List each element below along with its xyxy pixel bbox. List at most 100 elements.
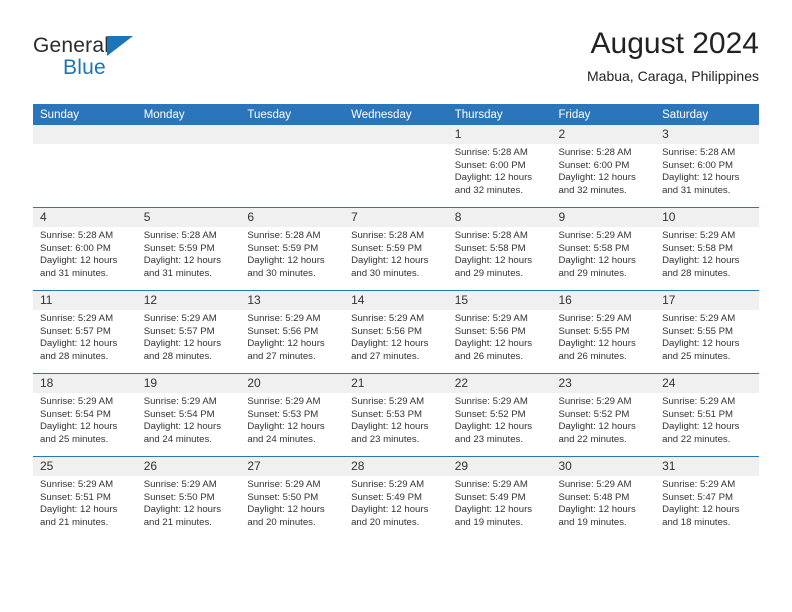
daylight-text: Daylight: 12 hours and 21 minutes. (40, 504, 118, 528)
calendar-day-cell[interactable]: 24 Sunrise: 5:29 AM Sunset: 5:51 PM Dayligh… (655, 373, 759, 457)
calendar-day-cell[interactable]: 3 Sunrise: 5:28 AM Sunset: 6:00 PM Daylight… (655, 125, 759, 208)
calendar-day-cell[interactable]: 13 Sunrise: 5:29 AM Sunset: 5:56 PM Dayligh… (240, 290, 345, 374)
calendar-day-cell[interactable]: 26 Sunrise: 5:29 AM Sunset: 5:50 PM Dayligh… (136, 456, 241, 539)
daylight-text: Daylight: 12 hours and 30 minutes. (351, 255, 429, 279)
sunset-text: Sunset: 5:49 PM (454, 491, 526, 503)
day-number: 29 (447, 457, 552, 476)
calendar-day-cell[interactable]: 6 Sunrise: 5:28 AM Sunset: 5:59 PM Daylight… (240, 207, 345, 291)
calendar-day-cell[interactable]: 4 Sunrise: 5:28 AM Sunset: 6:00 PM Daylight… (33, 207, 137, 291)
sunrise-text: Sunrise: 5:29 AM (247, 313, 321, 324)
sunset-text: Sunset: 6:00 PM (40, 242, 111, 254)
calendar-day-cell[interactable]: 14 Sunrise: 5:29 AM Sunset: 5:56 PM Dayligh… (344, 290, 448, 374)
calendar-day-cell[interactable]: 5 Sunrise: 5:28 AM Sunset: 5:59 PM Daylight… (136, 207, 241, 291)
calendar-page: General Blue August 2024 Mabua, Caraga, … (0, 0, 792, 612)
calendar-day-cell[interactable]: 1 Sunrise: 5:28 AM Sunset: 6:00 PM Daylight… (447, 125, 552, 208)
general-blue-logo[interactable]: General Blue (33, 34, 203, 90)
sunrise-text: Sunrise: 5:29 AM (558, 396, 632, 407)
calendar-day-cell[interactable]: 17 Sunrise: 5:29 AM Sunset: 5:55 PM Dayligh… (655, 290, 759, 374)
calendar-day-cell[interactable]: 9 Sunrise: 5:29 AM Sunset: 5:58 PM Daylight… (551, 207, 656, 291)
day-number: 12 (136, 291, 241, 310)
calendar-day-cell[interactable]: 8 Sunrise: 5:28 AM Sunset: 5:58 PM Daylight… (447, 207, 552, 291)
calendar-day-cell[interactable]: 12 Sunrise: 5:29 AM Sunset: 5:57 PM Dayligh… (136, 290, 241, 374)
calendar-day-cell[interactable]: 19 Sunrise: 5:29 AM Sunset: 5:54 PM Dayligh… (136, 373, 241, 457)
sunrise-text: Sunrise: 5:29 AM (558, 230, 632, 241)
daylight-text: Daylight: 12 hours and 20 minutes. (351, 504, 429, 528)
day-number: 8 (447, 208, 552, 227)
calendar-day-cell[interactable]: 2 Sunrise: 5:28 AM Sunset: 6:00 PM Daylight… (551, 125, 656, 208)
sunrise-text: Sunrise: 5:29 AM (454, 396, 528, 407)
calendar-day-cell[interactable]: 29 Sunrise: 5:29 AM Sunset: 5:49 PM Dayligh… (447, 456, 552, 539)
daylight-text: Daylight: 12 hours and 22 minutes. (662, 421, 740, 445)
weekday-header-wednesday: Wednesday (344, 104, 448, 125)
sunset-text: Sunset: 5:56 PM (247, 325, 319, 337)
day-number: 26 (136, 457, 241, 476)
sunset-text: Sunset: 5:50 PM (247, 491, 319, 503)
calendar-day-cell[interactable]: 21 Sunrise: 5:29 AM Sunset: 5:53 PM Dayligh… (344, 373, 448, 457)
calendar-day-cell[interactable]: 23 Sunrise: 5:29 AM Sunset: 5:52 PM Dayligh… (551, 373, 656, 457)
daylight-text: Daylight: 12 hours and 28 minutes. (40, 338, 118, 362)
daylight-text: Daylight: 12 hours and 21 minutes. (143, 504, 222, 528)
calendar-day-cell[interactable]: 16 Sunrise: 5:29 AM Sunset: 5:55 PM Dayligh… (551, 290, 656, 374)
day-details: Sunrise: 5:28 AM Sunset: 6:00 PM Daylight:… (655, 144, 759, 197)
day-number: 30 (551, 457, 656, 476)
day-details: Sunrise: 5:29 AM Sunset: 5:56 PM Daylight:… (344, 310, 448, 363)
calendar-day-cell[interactable]: 20 Sunrise: 5:29 AM Sunset: 5:53 PM Dayligh… (240, 373, 345, 457)
weekday-header-saturday: Saturday (655, 104, 759, 125)
logo-triangle-icon (107, 36, 133, 56)
calendar-body: 1 Sunrise: 5:28 AM Sunset: 6:00 PM Daylight… (33, 125, 759, 539)
day-details: Sunrise: 5:29 AM Sunset: 5:54 PM Daylight:… (137, 393, 241, 446)
page-subtitle: Mabua, Caraga, Philippines (587, 68, 759, 84)
day-number: 18 (33, 374, 137, 393)
daylight-text: Daylight: 12 hours and 20 minutes. (247, 504, 325, 528)
sunrise-text: Sunrise: 5:29 AM (454, 479, 528, 490)
sunset-text: Sunset: 5:58 PM (662, 242, 734, 254)
sunrise-text: Sunrise: 5:29 AM (662, 396, 736, 407)
day-number: 17 (655, 291, 759, 310)
sunset-text: Sunset: 5:57 PM (143, 325, 215, 337)
calendar-day-cell[interactable]: 27 Sunrise: 5:29 AM Sunset: 5:50 PM Dayligh… (240, 456, 345, 539)
sunrise-text: Sunrise: 5:29 AM (40, 396, 114, 407)
calendar-day-cell[interactable]: 30 Sunrise: 5:29 AM Sunset: 5:48 PM Dayligh… (551, 456, 656, 539)
sunrise-text: Sunrise: 5:29 AM (143, 396, 217, 407)
sunset-text: Sunset: 5:52 PM (558, 408, 630, 420)
sunrise-text: Sunrise: 5:29 AM (662, 313, 736, 324)
calendar-day-cell[interactable]: 7 Sunrise: 5:28 AM Sunset: 5:59 PM Daylight… (344, 207, 448, 291)
calendar-day-cell[interactable]: 22 Sunrise: 5:29 AM Sunset: 5:52 PM Dayligh… (447, 373, 552, 457)
sunset-text: Sunset: 5:53 PM (247, 408, 319, 420)
weekday-header-thursday: Thursday (447, 104, 552, 125)
day-details: Sunrise: 5:29 AM Sunset: 5:48 PM Daylight:… (551, 476, 655, 529)
weekday-header-row: Sunday Monday Tuesday Wednesday Thursday… (33, 104, 759, 125)
day-details: Sunrise: 5:28 AM Sunset: 6:00 PM Daylight:… (551, 144, 655, 197)
calendar-day-cell[interactable]: 31 Sunrise: 5:29 AM Sunset: 5:47 PM Dayligh… (655, 456, 759, 539)
sunset-text: Sunset: 5:54 PM (40, 408, 111, 420)
daylight-text: Daylight: 12 hours and 30 minutes. (247, 255, 325, 279)
sunset-text: Sunset: 5:49 PM (351, 491, 422, 503)
weekday-header-monday: Monday (136, 104, 241, 125)
calendar-day-cell[interactable]: 18 Sunrise: 5:29 AM Sunset: 5:54 PM Dayligh… (33, 373, 137, 457)
weekday-header-tuesday: Tuesday (240, 104, 345, 125)
calendar-day-cell[interactable]: 10 Sunrise: 5:29 AM Sunset: 5:58 PM Dayligh… (655, 207, 759, 291)
calendar-day-cell[interactable]: 25 Sunrise: 5:29 AM Sunset: 5:51 PM Dayligh… (33, 456, 137, 539)
calendar-day-cell[interactable]: 28 Sunrise: 5:29 AM Sunset: 5:49 PM Dayligh… (344, 456, 448, 539)
day-number: 23 (551, 374, 656, 393)
day-number: 31 (655, 457, 759, 476)
day-number: 9 (551, 208, 656, 227)
day-number: 16 (551, 291, 656, 310)
sunset-text: Sunset: 5:58 PM (558, 242, 630, 254)
day-details: Sunrise: 5:29 AM Sunset: 5:54 PM Daylight:… (33, 393, 137, 446)
calendar-day-cell[interactable]: 15 Sunrise: 5:29 AM Sunset: 5:56 PM Dayligh… (447, 290, 552, 374)
calendar-day-cell-empty (136, 125, 241, 208)
weekday-header-friday: Friday (551, 104, 656, 125)
sunset-text: Sunset: 5:59 PM (247, 242, 319, 254)
day-details: Sunrise: 5:29 AM Sunset: 5:55 PM Daylight:… (655, 310, 759, 363)
sunrise-text: Sunrise: 5:29 AM (143, 479, 217, 490)
day-details: Sunrise: 5:28 AM Sunset: 5:59 PM Daylight:… (137, 227, 241, 280)
sunrise-text: Sunrise: 5:29 AM (662, 479, 736, 490)
day-details: Sunrise: 5:29 AM Sunset: 5:50 PM Daylight:… (137, 476, 241, 529)
logo-text-blue: Blue (63, 56, 106, 79)
sunset-text: Sunset: 5:48 PM (558, 491, 630, 503)
calendar-day-cell[interactable]: 11 Sunrise: 5:29 AM Sunset: 5:57 PM Dayligh… (33, 290, 137, 374)
sunrise-text: Sunrise: 5:28 AM (143, 230, 217, 241)
sunrise-text: Sunrise: 5:29 AM (351, 396, 425, 407)
day-number: 1 (447, 125, 552, 144)
